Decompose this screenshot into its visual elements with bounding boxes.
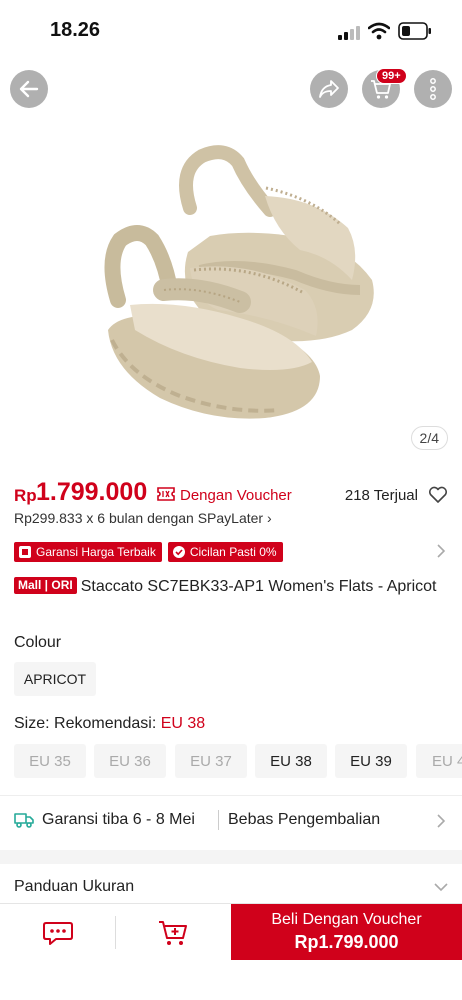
product-title: Staccato SC7EBK33-AP1 Women's Flats - Ap… [80,578,437,595]
battery-icon [398,22,431,40]
back-button[interactable] [10,70,48,108]
bottom-action-bar: Beli Dengan Voucher Rp1.799.000 [0,903,462,961]
heart-icon[interactable] [428,486,448,504]
share-icon [319,80,339,98]
chevron-down-icon [434,883,448,892]
add-to-cart-button[interactable] [116,904,230,961]
shipping-separator [218,810,219,830]
price-tag-icon [19,546,31,558]
voucher-icon [157,487,175,501]
size-label-text: Size: Rekomendasi: [14,715,161,732]
price-row: Rp 1.799.000 Dengan Voucher 218 Terjual [14,478,448,512]
wifi-icon [368,22,390,40]
status-time: 18.26 [50,19,101,41]
size-option-eu35[interactable]: EU 35 [14,744,86,778]
chat-button[interactable] [0,904,115,961]
product-image [104,145,374,419]
product-gallery[interactable]: 99+ 2/4 [0,60,462,460]
best-price-label: Garansi Harga Terbaik [36,545,156,559]
colour-option-apricot[interactable]: APRICOT [14,662,96,696]
cart-count-badge: 99+ [376,68,407,84]
size-option-eu40[interactable]: EU 40 [416,744,462,778]
shipping-row[interactable]: Garansi tiba 6 - 8 Mei Bebas Pengembalia… [0,796,462,846]
product-title-row: Mall | ORI Staccato SC7EBK33-AP1 Women's … [14,576,444,598]
size-option-eu37[interactable]: EU 37 [175,744,247,778]
size-option-eu38[interactable]: EU 38 [255,744,327,778]
add-to-cart-icon [159,920,187,945]
home-indicator-area [0,960,462,1000]
size-options: EU 35 EU 36 EU 37 EU 38 EU 39 EU 40 [14,744,462,778]
section-separator [0,850,462,864]
installment-badge[interactable]: Cicilan Pasti 0% [167,542,283,562]
image-pager: 2/4 [410,426,448,450]
check-circle-icon [172,546,185,558]
price-currency: Rp [14,486,37,505]
more-options-button[interactable] [414,70,452,108]
chat-icon [42,921,73,945]
sold-count: 218 Terjual [344,487,418,504]
chevron-right-icon [437,814,446,828]
status-bar: 18.26 [0,0,462,60]
size-label: Size: Rekomendasi: EU 38 [14,715,205,733]
voucher-price-label[interactable]: Dengan Voucher [180,487,292,504]
colour-label: Colour [14,634,62,651]
size-recommended: EU 38 [160,715,206,732]
truck-icon [14,813,34,828]
best-price-badge[interactable]: Garansi Harga Terbaik [14,542,162,562]
buy-button-price: Rp1.799.000 [294,932,399,952]
delivery-guarantee: Garansi tiba 6 - 8 Mei [42,811,195,828]
guarantee-badges[interactable]: Garansi Harga Terbaik Cicilan Pasti 0% [14,542,283,562]
size-guide-row[interactable]: Panduan Ukuran [0,864,462,904]
installment-info[interactable]: Rp299.833 x 6 bulan dengan SPayLater › [14,510,272,526]
size-option-eu36[interactable]: EU 36 [94,744,166,778]
installment-badge-label: Cicilan Pasti 0% [189,545,277,559]
signal-icon [338,26,360,40]
buy-with-voucher-button[interactable]: Beli Dengan Voucher Rp1.799.000 [231,904,462,961]
buy-button-label: Beli Dengan Voucher [271,911,422,928]
size-option-eu39[interactable]: EU 39 [335,744,407,778]
size-guide-label: Panduan Ukuran [14,878,135,895]
more-vertical-icon [430,78,436,100]
arrow-left-icon [19,80,39,98]
chevron-right-icon[interactable] [436,544,446,558]
free-returns: Bebas Pengembalian [228,811,381,828]
share-button[interactable] [310,70,348,108]
product-price: 1.799.000 [36,478,148,506]
mall-ori-badge: Mall | ORI [14,577,77,594]
